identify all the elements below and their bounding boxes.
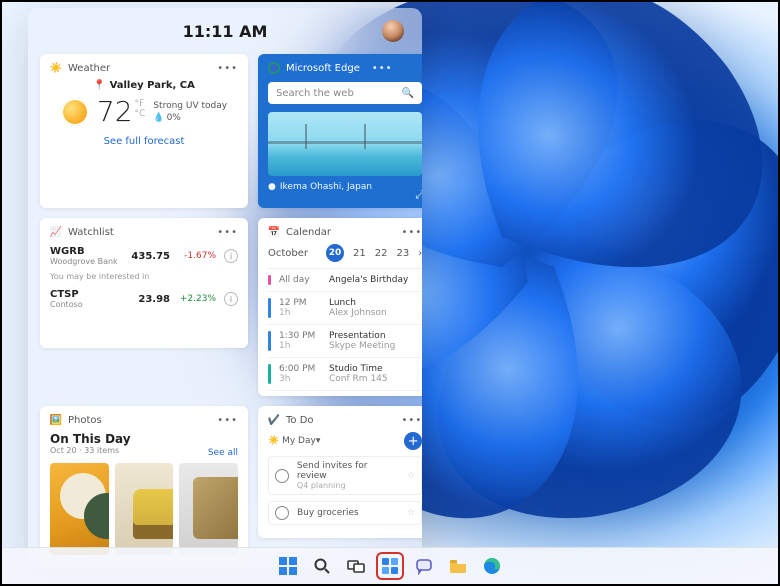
todo-menu[interactable]: ••• [402, 415, 422, 426]
watchlist-row[interactable]: CTSPContoso 23.98 +2.23% i [50, 289, 238, 309]
event-time: 1:30 PM1h [279, 331, 321, 351]
weather-widget[interactable]: ☀️ Weather ••• 📍 Valley Park, CA 72 °F°C [40, 54, 248, 208]
edge-widget[interactable]: Microsoft Edge ••• Search the web 🔍 ● Ik… [258, 54, 422, 208]
todo-item-title: Buy groceries [297, 508, 359, 518]
stocks-icon: 📈 [50, 226, 62, 238]
calendar-day-selected[interactable]: 20 [326, 244, 344, 262]
watchlist-hint: You may be interested in [50, 272, 238, 281]
event-time: 6:00 PM3h [279, 364, 321, 384]
event-title: Angela's Birthday [329, 275, 408, 285]
event-time: 12 PM1h [279, 298, 321, 318]
todo-icon: ✔️ [268, 414, 280, 426]
todo-list-name[interactable]: My Day [282, 436, 316, 446]
calendar-day[interactable]: 21 [353, 248, 366, 259]
calendar-event[interactable]: 1:30 PM1h PresentationSkype Meeting [268, 325, 422, 358]
search-icon: 🔍 [402, 88, 414, 99]
edge-menu[interactable]: ••• [372, 63, 393, 74]
calendar-title: Calendar [286, 227, 331, 238]
edge-icon [268, 62, 280, 74]
event-title: LunchAlex Johnson [329, 298, 387, 318]
edge-taskbar-button[interactable] [480, 554, 504, 578]
calendar-event[interactable]: 12 PM1h LunchAlex Johnson [268, 292, 422, 325]
watchlist-title: Watchlist [68, 227, 114, 238]
weather-icon: ☀️ [50, 62, 62, 74]
chevron-right-icon[interactable]: › [418, 248, 422, 259]
sun-icon: ☀️ [268, 436, 279, 446]
todo-item[interactable]: Buy groceries ☆ [268, 501, 422, 525]
calendar-widget[interactable]: 📅 Calendar ••• October 20 21 22 23 › All… [258, 218, 422, 396]
event-title: PresentationSkype Meeting [329, 331, 395, 351]
file-explorer-button[interactable] [446, 554, 470, 578]
info-icon[interactable]: i [224, 249, 238, 263]
weather-temp: 72 °F°C [97, 95, 145, 128]
delta: +2.23% [178, 294, 216, 304]
sun-icon [61, 98, 89, 126]
panel-clock: 11:11 AM [183, 22, 268, 41]
photos-menu[interactable]: ••• [217, 415, 238, 426]
weather-menu[interactable]: ••• [217, 63, 238, 74]
calendar-day[interactable]: 22 [375, 248, 388, 259]
photo-thumbnail[interactable] [115, 463, 174, 555]
todo-title: To Do [286, 415, 314, 426]
start-button[interactable] [276, 554, 300, 578]
location-pin-icon: ● [268, 182, 276, 192]
widgets-panel: 11:11 AM ☀️ Weather ••• 📍 Valley Park, C… [28, 8, 422, 568]
photos-icon: 🖼️ [50, 414, 62, 426]
chat-button[interactable] [412, 554, 436, 578]
weather-condition: Strong UV today 💧0% [153, 100, 227, 124]
location-pin-icon: 📍 [93, 80, 105, 91]
price: 435.75 [128, 251, 170, 262]
delta: -1.67% [178, 251, 216, 261]
info-icon[interactable]: i [224, 292, 238, 306]
photos-see-all-link[interactable]: See all [208, 448, 238, 458]
star-icon[interactable]: ☆ [407, 508, 415, 518]
photos-heading: On This Day [50, 432, 238, 446]
widgets-button[interactable] [378, 554, 402, 578]
event-time: All day [279, 275, 321, 285]
taskbar [2, 547, 778, 584]
calendar-day-picker[interactable]: October 20 21 22 23 › [268, 244, 422, 262]
task-view-button[interactable] [344, 554, 368, 578]
photo-thumbnail[interactable] [179, 463, 238, 555]
edge-hero-image[interactable] [268, 112, 422, 176]
todo-checkbox[interactable] [275, 469, 289, 483]
edge-title: Microsoft Edge [286, 63, 360, 74]
add-task-button[interactable]: + [404, 432, 422, 450]
chevron-down-icon[interactable]: ▾ [316, 436, 321, 446]
todo-checkbox[interactable] [275, 506, 289, 520]
photos-widget[interactable]: 🖼️ Photos ••• On This Day Oct 20 · 33 it… [40, 406, 248, 568]
calendar-menu[interactable]: ••• [402, 227, 422, 238]
watchlist-row[interactable]: WGRBWoodgrove Bank 435.75 -1.67% i [50, 246, 238, 266]
todo-item[interactable]: Send invites for reviewQ4 planning ☆ [268, 456, 422, 495]
price: 23.98 [128, 294, 170, 305]
see-full-forecast-link[interactable]: See full forecast [50, 136, 238, 147]
edge-search-input[interactable]: Search the web 🔍 [268, 82, 422, 104]
calendar-event[interactable]: 6:00 PM3h Studio TimeConf Rm 145 [268, 358, 422, 391]
calendar-event[interactable]: All day Angela's Birthday [268, 269, 422, 292]
user-avatar[interactable] [382, 20, 404, 42]
watchlist-menu[interactable]: ••• [217, 227, 238, 238]
photos-title: Photos [68, 415, 102, 426]
todo-widget[interactable]: ✔️ To Do ••• ☀️ My Day ▾ + Send invites … [258, 406, 422, 538]
search-button[interactable] [310, 554, 334, 578]
ticker: WGRBWoodgrove Bank [50, 246, 120, 266]
calendar-day[interactable]: 23 [397, 248, 410, 259]
weather-location: Valley Park, CA [110, 80, 195, 91]
ticker: CTSPContoso [50, 289, 120, 309]
calendar-month: October [268, 248, 308, 259]
edge-search-placeholder: Search the web [276, 88, 354, 99]
droplet-icon: 💧 [153, 112, 164, 124]
photo-thumbnail[interactable] [50, 463, 109, 555]
star-icon[interactable]: ☆ [407, 471, 415, 481]
event-title: Studio TimeConf Rm 145 [329, 364, 388, 384]
edge-caption: Ikema Ohashi, Japan [280, 182, 372, 192]
expand-icon[interactable]: ⤢ [415, 188, 422, 202]
weather-title: Weather [68, 63, 110, 74]
watchlist-widget[interactable]: 📈 Watchlist ••• WGRBWoodgrove Bank 435.75… [40, 218, 248, 348]
todo-item-title: Send invites for reviewQ4 planning [297, 461, 399, 490]
calendar-icon: 📅 [268, 226, 280, 238]
